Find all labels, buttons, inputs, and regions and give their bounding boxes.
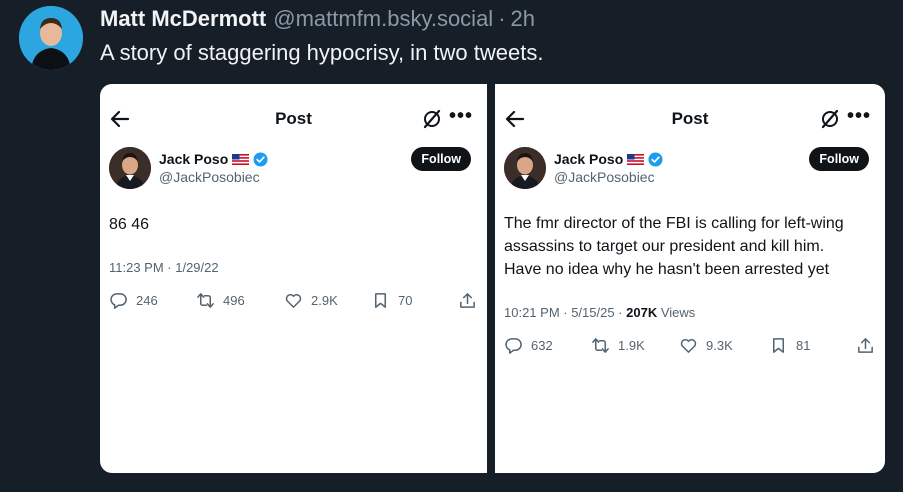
tweet-author-name: Jack Poso [554,151,624,167]
post-header: Matt McDermott @mattmfm.bsky.social · 2h [100,6,535,32]
author-name[interactable]: Matt McDermott [100,6,266,32]
bookmark-icon [772,338,785,353]
repost-count-value: 1.9K [618,338,645,353]
author-avatar[interactable] [19,6,83,70]
tweet-timestamp: 11:23 PM · 1/29/22 [109,260,219,275]
grok-icon [423,109,441,129]
tweet-views-count: 207K [626,305,658,320]
tweet-body: The fmr director of the FBI is calling f… [504,215,844,278]
reply-count: 632 [504,336,553,355]
follow-button: Follow [809,147,869,171]
tweet-author-avatar [109,147,151,189]
share-icon [460,293,475,308]
reply-count: 246 [109,291,158,310]
tweet-screenshot-2: Post ••• Jack Poso @JackPosobiec Follow … [495,84,885,473]
tweet-author-avatar [504,147,546,189]
image-attachment[interactable]: Post ••• Jack Poso @JackPosobiec Follow … [100,84,885,473]
reply-icon [505,338,522,354]
tweet-author-handle: @JackPosobiec [554,169,655,185]
repost-icon [592,338,609,353]
bookmark-count: 70 [371,291,412,310]
tweet-body: 86 46 [109,216,150,233]
repost-icon [197,293,214,308]
tweet-author-name: Jack Poso [159,151,229,167]
bookmark-icon [374,293,387,308]
us-flag-icon [232,153,250,165]
tweet-screenshot-1: Post ••• Jack Poso @JackPosobiec Follow … [100,84,487,473]
bluesky-post: Matt McDermott @mattmfm.bsky.social · 2h… [0,0,903,492]
tweet-author-name-row: Jack Poso [159,151,268,167]
bookmark-count-value: 81 [796,338,811,353]
bookmark-count: 81 [769,336,810,355]
more-icon: ••• [846,105,871,127]
verified-badge-icon [648,151,663,167]
grok-icon [821,109,839,129]
tweet-author-handle: @JackPosobiec [159,169,260,185]
reply-count-value: 246 [136,293,158,308]
like-icon [285,293,302,308]
bookmark-count-value: 70 [398,293,413,308]
tweet-timestamp-row: 10:21 PM · 5/15/25 · 207K Views [504,305,695,320]
like-count: 2.9K [284,291,338,310]
repost-count: 496 [196,291,245,310]
repost-count-value: 496 [223,293,245,308]
tweet-author-avatar-image [504,147,546,189]
follow-button: Follow [411,147,471,171]
author-handle[interactable]: @mattmfm.bsky.social [273,6,493,32]
more-icon: ••• [448,105,473,127]
reply-count-value: 632 [531,338,553,353]
repost-count: 1.9K [591,336,645,355]
tweet-timestamp: 10:21 PM · 5/15/25 · [504,305,627,320]
like-count: 9.3K [679,336,733,355]
like-count-value: 2.9K [311,293,338,308]
post-time[interactable]: 2h [511,6,535,32]
header-separator: · [498,6,506,31]
like-count-value: 9.3K [706,338,733,353]
share-icon [858,338,873,353]
us-flag-icon [627,153,645,165]
verified-badge-icon [253,151,268,167]
like-icon [680,338,697,353]
reply-icon [110,293,127,309]
author-avatar-image [19,6,83,70]
tweet-author-avatar-image [109,147,151,189]
tweet-author-name-row: Jack Poso [554,151,663,167]
tweet-views-label: Views [657,305,696,320]
post-text: A story of staggering hypocrisy, in two … [100,40,544,65]
